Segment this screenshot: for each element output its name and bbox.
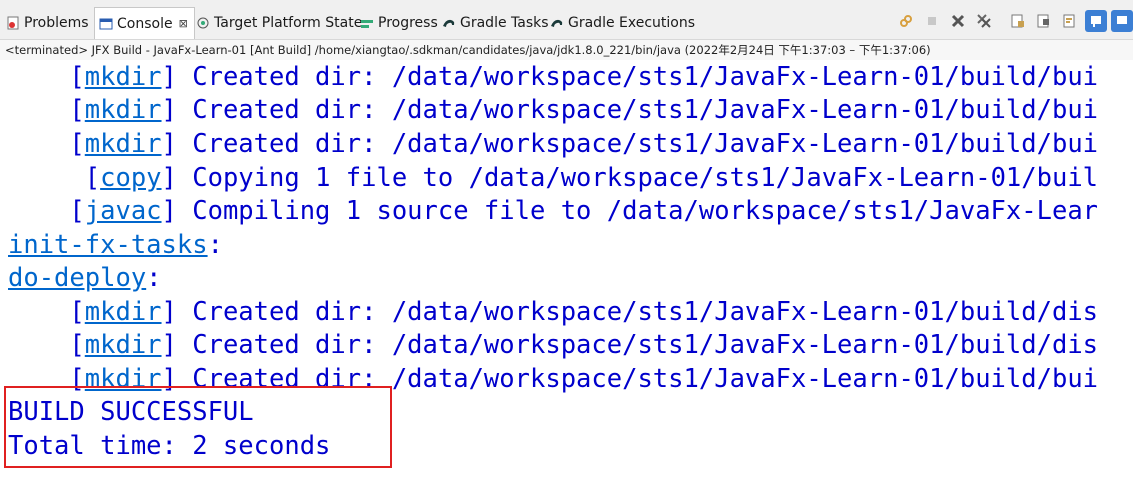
console-line: [mkdir] Created dir: /data/workspace/sts… [8, 62, 1099, 92]
console-line: [copy] Copying 1 file to /data/workspace… [8, 163, 1099, 193]
console-line: do-deploy: [8, 263, 162, 293]
task-link[interactable]: javac [85, 196, 162, 226]
pin-console-icon[interactable] [1085, 10, 1107, 32]
tab-problems[interactable]: Problems [6, 12, 89, 34]
clear-console-icon[interactable] [1007, 10, 1029, 32]
gradle-icon [550, 16, 564, 30]
console-line: [mkdir] Created dir: /data/workspace/sts… [8, 297, 1099, 327]
task-link[interactable]: copy [100, 163, 161, 193]
task-link[interactable]: mkdir [85, 129, 162, 159]
scroll-lock-icon[interactable] [1033, 10, 1055, 32]
terminate-icon[interactable] [921, 10, 943, 32]
task-link[interactable]: mkdir [85, 95, 162, 125]
console-line: [javac] Compiling 1 source file to /data… [8, 196, 1099, 226]
console-line: [mkdir] Created dir: /data/workspace/sts… [8, 129, 1099, 159]
view-tab-bar: Problems Console ⊠ Target Platform State… [0, 0, 1133, 40]
word-wrap-icon[interactable] [1059, 10, 1081, 32]
remove-all-terminated-icon[interactable] [973, 10, 995, 32]
tab-label: Console [117, 15, 173, 32]
console-icon [99, 17, 113, 31]
console-line: [mkdir] Created dir: /data/workspace/sts… [8, 330, 1099, 360]
tab-console[interactable]: Console ⊠ [94, 7, 195, 39]
tab-label: Problems [24, 15, 89, 31]
target-link[interactable]: init-fx-tasks [8, 230, 208, 260]
task-link[interactable]: mkdir [85, 330, 162, 360]
tab-target-platform-state[interactable]: Target Platform State [196, 12, 362, 34]
close-icon[interactable]: ⊠ [179, 17, 188, 30]
launch-status: <terminated> JFX Build - JavaFx-Learn-01… [0, 40, 1133, 60]
tab-gradle-tasks[interactable]: Gradle Tasks [442, 12, 549, 34]
display-console-icon[interactable] [1111, 10, 1133, 32]
problems-icon [6, 16, 20, 30]
console-line: [mkdir] Created dir: /data/workspace/sts… [8, 95, 1099, 125]
tab-gradle-executions[interactable]: Gradle Executions [550, 12, 695, 34]
target-link[interactable]: do-deploy [8, 263, 146, 293]
tab-progress[interactable]: Progress [360, 12, 438, 34]
remove-launch-icon[interactable] [947, 10, 969, 32]
console-line: init-fx-tasks: [8, 230, 223, 260]
task-link[interactable]: mkdir [85, 297, 162, 327]
console-toolbar [895, 8, 1133, 34]
target-platform-icon [196, 16, 210, 30]
highlight-box [4, 386, 392, 468]
task-link[interactable]: mkdir [85, 62, 162, 92]
tab-label: Target Platform State [214, 15, 363, 31]
link-icon[interactable] [895, 10, 917, 32]
tab-label: Progress [378, 15, 438, 31]
progress-icon [360, 16, 374, 30]
gradle-icon [442, 16, 456, 30]
tab-label: Gradle Tasks [460, 15, 549, 31]
tab-label: Gradle Executions [568, 15, 696, 31]
